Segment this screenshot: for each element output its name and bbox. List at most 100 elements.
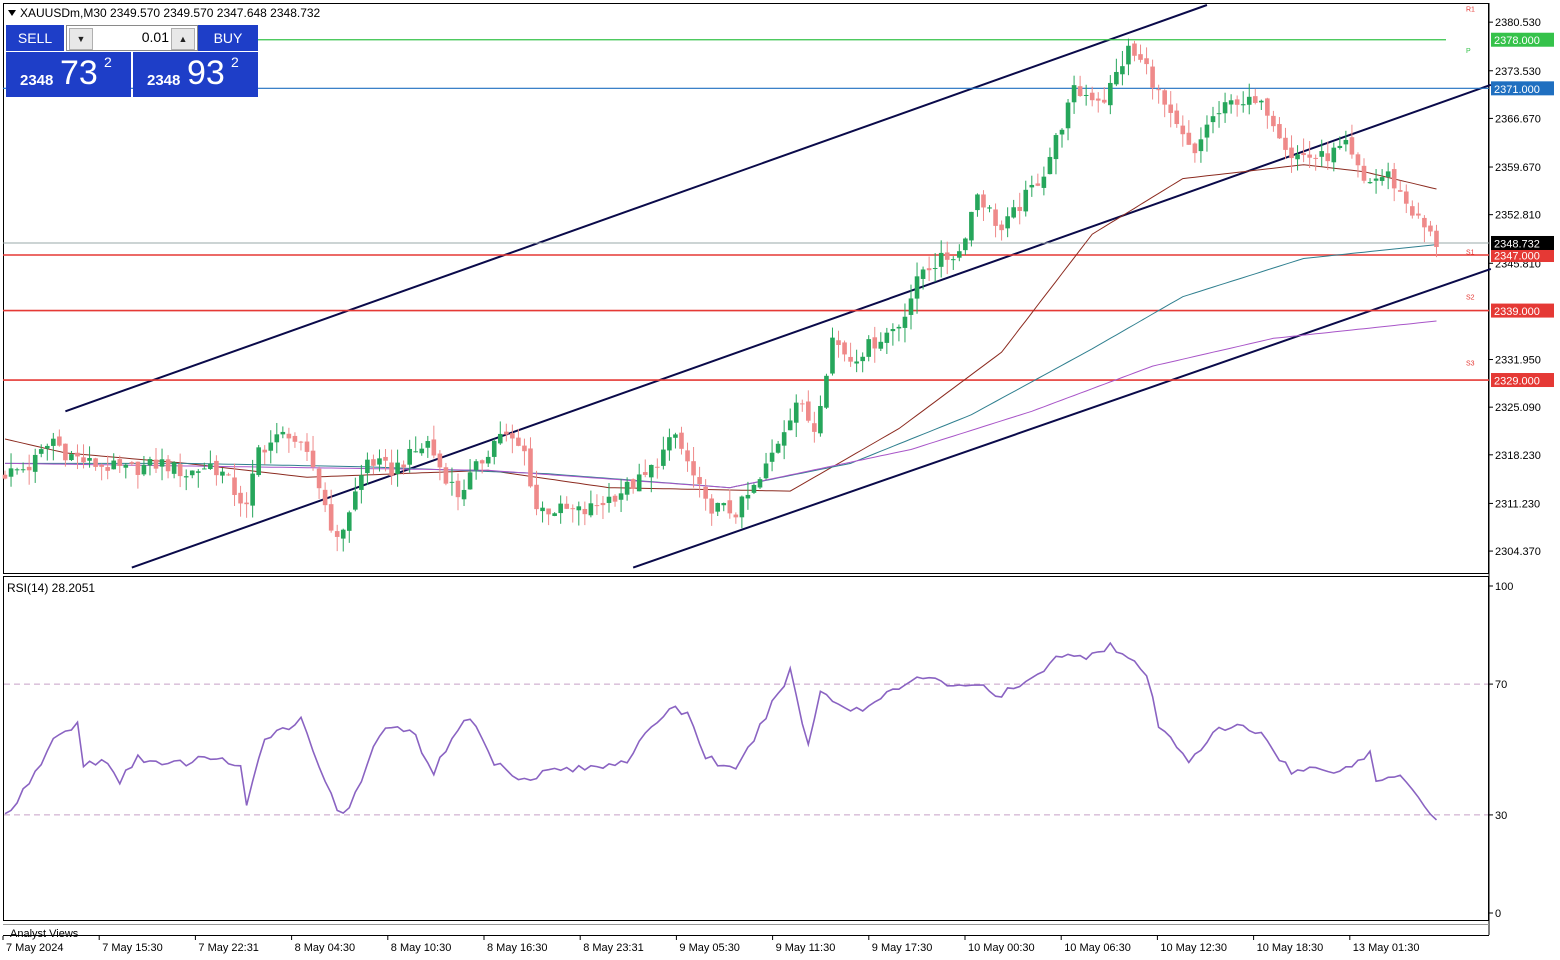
candle	[902, 303, 908, 343]
candle	[1403, 184, 1409, 214]
candle-body	[854, 361, 859, 364]
level-tag-text: 2371.000	[1494, 84, 1540, 96]
candle-body	[111, 460, 117, 470]
lot-size-field[interactable]: ▼ 0.01 ▲	[66, 25, 198, 51]
candle	[1144, 47, 1149, 75]
rsi-line	[4, 641, 1438, 821]
candle-body	[401, 464, 406, 468]
rsi-tick-label: 100	[1495, 581, 1513, 593]
candle	[1059, 128, 1065, 148]
candle	[655, 458, 660, 479]
candle-body	[87, 458, 92, 461]
pivot-tag-R1: R1	[1466, 6, 1475, 13]
candle-body	[1259, 100, 1264, 103]
candle	[1313, 154, 1318, 171]
candle-body	[999, 224, 1004, 231]
candle-body	[1283, 137, 1288, 150]
candle-body	[1319, 151, 1325, 157]
candle-body	[1150, 66, 1155, 88]
candle	[189, 470, 195, 479]
candle-body	[655, 466, 660, 468]
candle	[1222, 92, 1228, 123]
price-tick-label: 2331.950	[1495, 355, 1541, 367]
candle	[860, 352, 865, 373]
candle-body	[1108, 82, 1113, 106]
candle-body	[1379, 177, 1385, 181]
candle	[99, 463, 104, 481]
candle-body	[455, 480, 461, 498]
candle	[848, 342, 853, 367]
candle	[183, 469, 189, 491]
ask-quote[interactable]: 2348 93 2	[133, 52, 258, 97]
candle-body	[1271, 115, 1276, 127]
candle-body	[159, 459, 165, 467]
candle	[38, 444, 44, 458]
candle-body	[1059, 129, 1065, 135]
candle-body	[600, 502, 606, 506]
candle	[147, 456, 153, 476]
candle-body	[117, 459, 123, 466]
candle-body	[189, 470, 195, 476]
candle	[993, 203, 998, 238]
candle	[153, 448, 159, 473]
candle-body	[558, 503, 563, 514]
candle-body	[491, 440, 497, 457]
candle-body	[812, 423, 817, 432]
collapse-triangle-icon[interactable]	[8, 10, 16, 16]
candle-body	[685, 450, 690, 462]
candle	[1295, 145, 1300, 171]
pivot-tag-S2: S2	[1466, 295, 1475, 302]
candle	[497, 421, 503, 445]
candle	[1077, 75, 1083, 97]
candle-body	[1023, 189, 1029, 212]
buy-button[interactable]: BUY	[198, 25, 258, 51]
candle-body	[123, 464, 129, 468]
sell-button[interactable]: SELL	[6, 25, 64, 51]
candle-body	[280, 431, 286, 435]
candle	[1397, 180, 1403, 192]
candle	[340, 528, 346, 552]
candle-body	[1434, 230, 1439, 247]
candle-body	[497, 433, 503, 444]
candle-body	[1295, 154, 1300, 160]
price-tick-label: 2311.230	[1495, 498, 1540, 510]
candle-body	[208, 463, 213, 470]
candle-body	[1325, 153, 1331, 162]
candle-body	[516, 437, 521, 446]
lot-decrease-icon[interactable]: ▼	[69, 28, 93, 50]
candle-body	[1053, 135, 1059, 160]
bid-quote[interactable]: 2348 73 2	[6, 52, 131, 97]
candle-body	[238, 492, 243, 504]
candle-body	[848, 356, 853, 362]
candle-body	[304, 441, 310, 452]
candle	[618, 478, 624, 513]
candle-body	[292, 435, 298, 442]
candle-body	[449, 481, 455, 483]
price-tick-label: 2373.530	[1495, 66, 1541, 78]
candle	[715, 502, 721, 517]
candle-body	[479, 460, 485, 464]
candle	[769, 439, 775, 472]
candle-body	[836, 340, 841, 346]
channel-line-2[interactable]	[131, 83, 1492, 569]
price-tick-label: 2359.670	[1495, 162, 1541, 174]
candle-body	[1138, 54, 1143, 60]
candle	[685, 442, 690, 472]
candle-body	[419, 448, 425, 454]
candle	[214, 455, 219, 486]
candle-body	[1065, 102, 1071, 129]
candle-body	[818, 405, 823, 434]
candle-body	[1114, 71, 1119, 85]
time-tick-label: 9 May 05:30	[679, 942, 740, 954]
ma-line-1	[4, 164, 1437, 492]
candle	[44, 443, 50, 461]
lot-increase-icon[interactable]: ▲	[171, 28, 195, 50]
candle-body	[395, 462, 400, 474]
lot-size-value[interactable]: 0.01	[95, 29, 169, 45]
channel-line-3[interactable]	[632, 267, 1492, 569]
candle-body	[69, 454, 74, 461]
candle	[395, 449, 400, 487]
candle-body	[612, 495, 618, 502]
candle	[914, 262, 920, 314]
candle	[806, 390, 811, 423]
